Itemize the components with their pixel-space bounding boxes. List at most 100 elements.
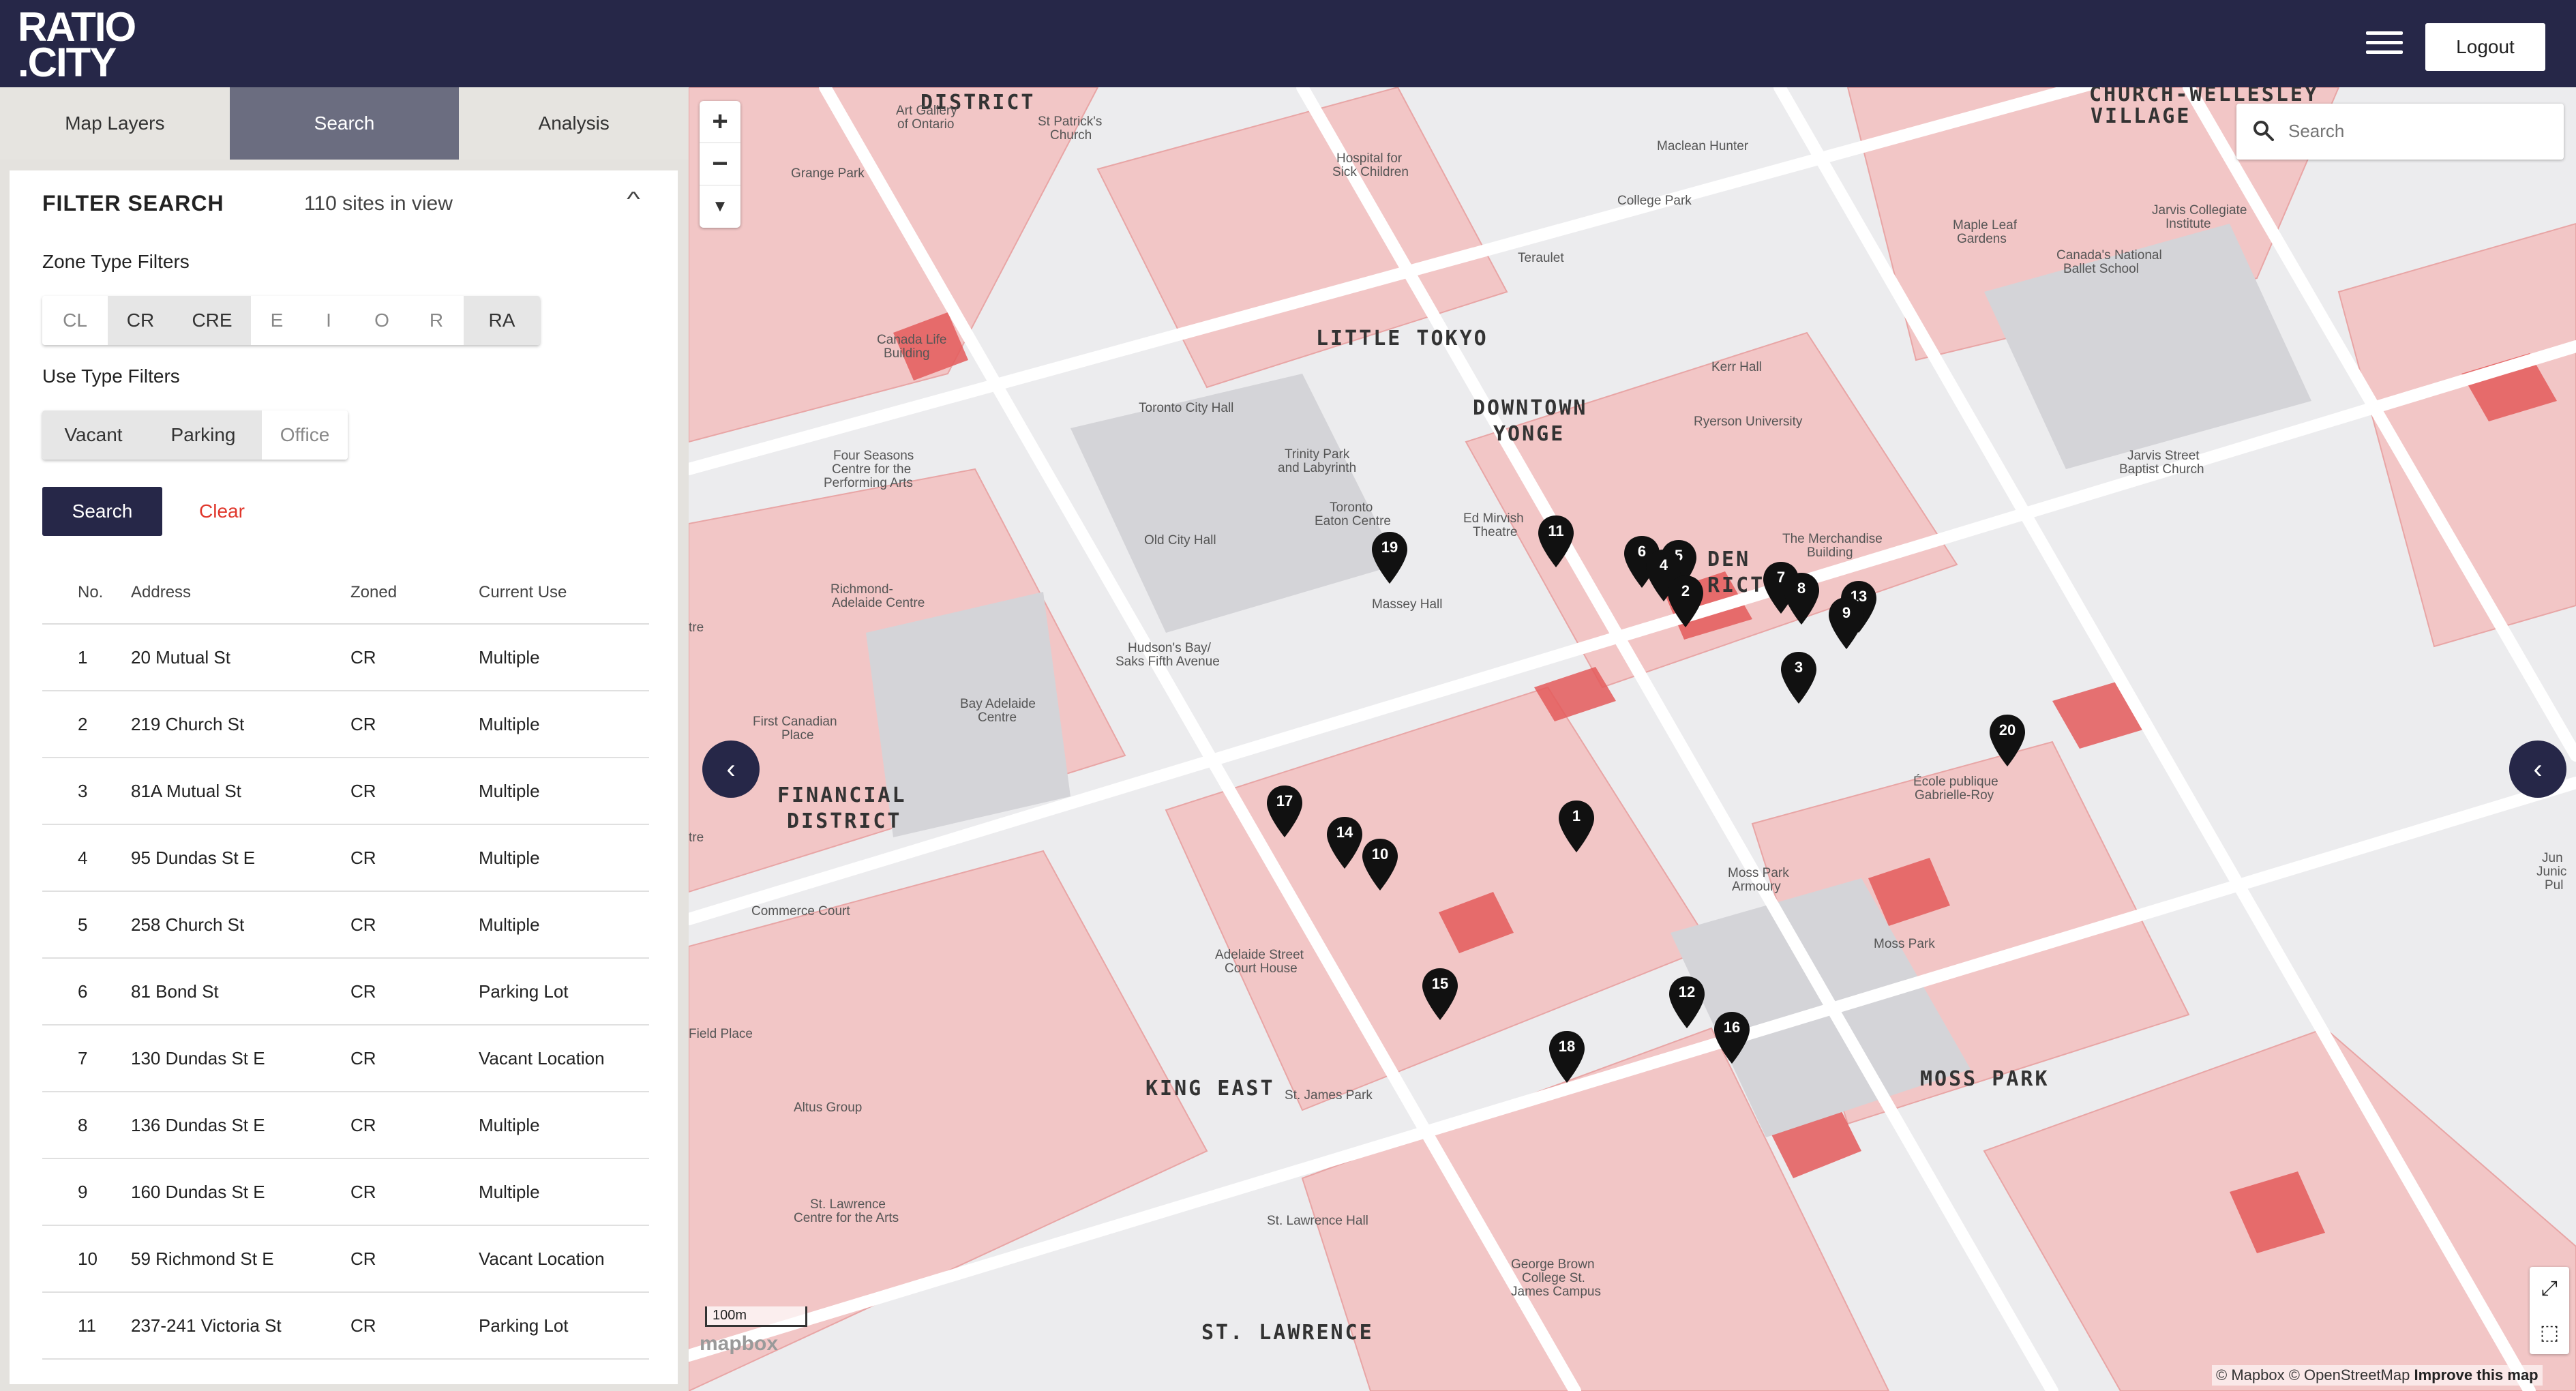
use-type-filters: Vacant Parking Office: [42, 410, 348, 460]
site-marker[interactable]: 2: [1666, 574, 1705, 629]
place-label: Altus Group: [794, 1101, 863, 1115]
row-zoned: CR: [350, 713, 376, 734]
row-no: 10: [78, 1248, 98, 1269]
mapbox-logo[interactable]: mapbox: [700, 1332, 778, 1356]
place-label: tre: [689, 620, 704, 635]
place-label: Centre: [978, 711, 1017, 725]
marker-label: 16: [1723, 1019, 1741, 1036]
tab-search[interactable]: Search: [229, 87, 460, 160]
expand-right-panel-icon[interactable]: ‹: [2509, 741, 2566, 798]
map-canvas[interactable]: DISTRICT LITTLE TOKYO DOWNTOWN YONGE FIN…: [689, 87, 2576, 1391]
chevron-up-icon[interactable]: ^: [627, 188, 640, 211]
marker-label: 19: [1381, 539, 1398, 556]
district-label: DEN: [1707, 548, 1751, 571]
table-row[interactable]: 9 160 Dundas St E CR Multiple: [42, 1159, 649, 1226]
place-label: Baptist Church: [2119, 462, 2204, 477]
collapse-left-panel-icon[interactable]: ‹: [702, 741, 760, 798]
marker-label: 9: [1842, 604, 1851, 621]
place-label: Hospital for: [1336, 151, 1403, 166]
table-row[interactable]: 11 237-241 Victoria St CR Parking Lot: [42, 1293, 649, 1360]
compass-icon[interactable]: ▼: [700, 185, 740, 228]
table-row[interactable]: 2 219 Church St CR Multiple: [42, 691, 649, 758]
zoom-in-icon[interactable]: +: [700, 101, 740, 143]
site-marker[interactable]: 18: [1548, 1030, 1586, 1084]
place-label: St Patrick's: [1038, 115, 1103, 129]
place-label: Art Gallery: [896, 104, 957, 118]
table-row[interactable]: 5 258 Church St CR Multiple: [42, 892, 649, 959]
district-label: MOSS PARK: [1920, 1067, 2050, 1091]
place-label: Centre for the: [832, 462, 912, 477]
use-filter-office[interactable]: Office: [262, 410, 348, 460]
site-marker[interactable]: 17: [1265, 784, 1304, 839]
place-label: Performing Arts: [824, 476, 913, 490]
row-address: 237-241 Victoria St: [131, 1315, 282, 1336]
place-label: Ed Mirvish: [1463, 511, 1524, 526]
header-address: Address: [131, 583, 192, 601]
clear-button[interactable]: Clear: [199, 500, 245, 522]
site-marker[interactable]: 12: [1668, 975, 1706, 1030]
table-row[interactable]: 4 95 Dundas St E CR Multiple: [42, 825, 649, 892]
site-marker[interactable]: 11: [1537, 514, 1575, 569]
row-no: 1: [78, 646, 88, 668]
tab-map-layers[interactable]: Map Layers: [0, 87, 230, 160]
row-zoned: CR: [350, 1248, 376, 1269]
row-use: Multiple: [479, 1114, 540, 1135]
zone-filter-cre[interactable]: CRE: [173, 296, 251, 345]
site-marker[interactable]: 3: [1780, 650, 1818, 705]
results-table: No. Address Zoned Current Use 1 20 Mutua…: [42, 562, 649, 1360]
search-button[interactable]: Search: [42, 487, 162, 536]
site-marker[interactable]: 15: [1421, 967, 1459, 1021]
row-address: 130 Dundas St E: [131, 1047, 265, 1068]
site-marker[interactable]: 9: [1827, 596, 1866, 650]
place-label: Sick Children: [1332, 165, 1409, 179]
map-search-input[interactable]: [2288, 116, 2547, 146]
tab-analysis[interactable]: Analysis: [459, 87, 689, 160]
table-row[interactable]: 6 81 Bond St CR Parking Lot: [42, 959, 649, 1026]
place-label: Ryerson University: [1694, 415, 1803, 429]
site-marker[interactable]: 8: [1782, 571, 1821, 626]
site-marker[interactable]: 1: [1557, 799, 1596, 854]
table-row[interactable]: 7 130 Dundas St E CR Vacant Location: [42, 1026, 649, 1092]
table-row[interactable]: 10 59 Richmond St E CR Vacant Location: [42, 1226, 649, 1293]
zoom-controls: + − ▼: [700, 101, 740, 228]
draw-line-icon[interactable]: ⤢: [2530, 1267, 2569, 1311]
use-filter-vacant[interactable]: Vacant: [42, 410, 145, 460]
marker-label: 15: [1431, 975, 1449, 992]
site-marker[interactable]: 20: [1988, 713, 2026, 768]
marker-label: 4: [1659, 556, 1668, 573]
improve-map-link[interactable]: Improve this map: [2414, 1366, 2538, 1383]
map-tools: ⤢ ⬚: [2530, 1267, 2569, 1354]
zone-filter-cl[interactable]: CL: [42, 296, 108, 345]
zone-filter-o[interactable]: O: [355, 296, 409, 345]
draw-polygon-icon[interactable]: ⬚: [2530, 1311, 2569, 1354]
use-filter-parking[interactable]: Parking: [145, 410, 262, 460]
place-label: Theatre: [1473, 525, 1518, 539]
site-marker[interactable]: 10: [1361, 837, 1399, 892]
zone-filter-ra[interactable]: RA: [464, 296, 540, 345]
place-label: Toronto City Hall: [1139, 401, 1234, 415]
row-no: 5: [78, 914, 88, 935]
row-use: Multiple: [479, 713, 540, 734]
site-marker[interactable]: 14: [1326, 816, 1364, 870]
place-label: Maple Leaf: [1953, 218, 2018, 233]
zone-filter-r[interactable]: R: [409, 296, 464, 345]
zone-filter-i[interactable]: I: [303, 296, 355, 345]
place-label: Maclean Hunter: [1657, 139, 1749, 153]
place-label: Centre for the Arts: [794, 1211, 899, 1225]
zone-filter-cr[interactable]: CR: [108, 296, 173, 345]
hamburger-menu-icon[interactable]: [2366, 31, 2403, 59]
place-label: College St.: [1522, 1271, 1585, 1285]
table-row[interactable]: 3 81A Mutual St CR Multiple: [42, 758, 649, 825]
logout-button[interactable]: Logout: [2425, 23, 2545, 71]
zone-filter-e[interactable]: E: [251, 296, 303, 345]
table-row[interactable]: 1 20 Mutual St CR Multiple: [42, 625, 649, 691]
row-use: Parking Lot: [479, 981, 569, 1002]
ratio-city-logo[interactable]: RATIO .CITY: [18, 7, 154, 83]
zoom-out-icon[interactable]: −: [700, 143, 740, 185]
district-label: RICT: [1707, 573, 1765, 597]
row-address: 95 Dundas St E: [131, 847, 256, 868]
table-row[interactable]: 8 136 Dundas St E CR Multiple: [42, 1092, 649, 1159]
site-marker[interactable]: 19: [1371, 530, 1409, 585]
site-marker[interactable]: 16: [1713, 1011, 1751, 1065]
row-address: 20 Mutual St: [131, 646, 230, 668]
